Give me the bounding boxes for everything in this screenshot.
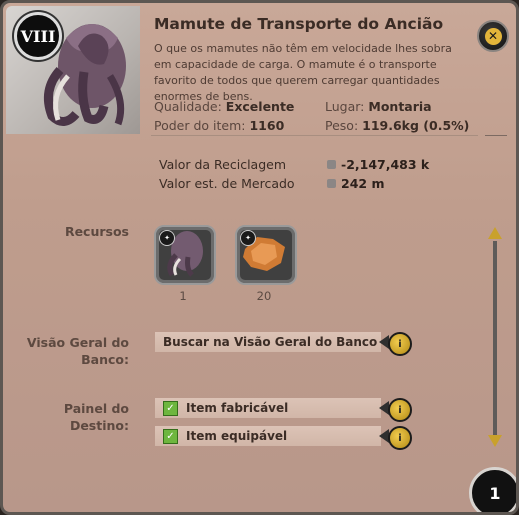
divider	[151, 135, 478, 136]
slot-stat: Lugar: Montaria	[325, 99, 432, 114]
tier-badge: VIII	[14, 12, 62, 60]
tier-mini-badge: ✦	[159, 230, 175, 246]
market-amount: 242 m	[341, 176, 385, 191]
info-icon[interactable]: i	[388, 332, 412, 356]
destiny-label-line1: Painel do	[63, 401, 129, 416]
item-tooltip-panel: VIII Mamute de Transporte do Ancião O qu…	[0, 0, 519, 515]
quality-stat: Qualidade: Excelente	[154, 99, 294, 114]
silver-coin-icon	[327, 160, 336, 169]
item-title: Mamute de Transporte do Ancião	[154, 15, 444, 33]
recycle-value: -2,147,483 k	[327, 157, 429, 172]
item-description: O que os mamutes não têm em velocidade l…	[154, 42, 452, 103]
recycle-amount: -2,147,483 k	[341, 157, 430, 172]
destiny-label: Painel do Destino:	[19, 400, 129, 434]
power-value: 1160	[249, 118, 285, 133]
info-icon[interactable]: i	[388, 426, 412, 450]
search-bank-button[interactable]: Buscar na Visão Geral do Banco	[155, 332, 381, 352]
resource-count-1: 1	[179, 289, 187, 303]
resource-hide[interactable]: ✦	[235, 225, 297, 285]
destiny-item-label: Item fabricável	[186, 401, 289, 415]
power-label: Poder do item:	[154, 118, 246, 133]
destiny-item-craftable[interactable]: ✓ Item fabricável	[155, 398, 381, 418]
recycle-label: Valor da Reciclagem	[159, 157, 287, 172]
bank-label-line1: Visão Geral do	[26, 335, 129, 350]
search-bank-label: Buscar na Visão Geral do Banco	[163, 335, 378, 349]
power-stat: Poder do item: 1160	[154, 118, 284, 133]
checkbox-checked[interactable]: ✓	[163, 428, 178, 444]
weight-label: Peso:	[325, 118, 359, 133]
scroll-divider	[485, 135, 507, 136]
resource-count-2: 20	[256, 289, 272, 303]
bank-label-line2: Banco:	[81, 352, 129, 367]
weight-value: 119.6kg (0.5%)	[362, 118, 470, 133]
resources-label: Recursos	[64, 224, 129, 239]
info-icon[interactable]: i	[388, 398, 412, 422]
close-button[interactable]: ✕	[477, 20, 509, 52]
scrollbar-track[interactable]	[493, 241, 497, 437]
checkbox-checked[interactable]: ✓	[163, 400, 178, 416]
slot-value: Montaria	[368, 99, 432, 114]
destiny-item-equippable[interactable]: ✓ Item equipável	[155, 426, 381, 446]
destiny-item-label: Item equipável	[186, 429, 288, 443]
close-icon: ✕	[484, 27, 502, 45]
tier-mini-badge: ✦	[240, 230, 256, 246]
resource-mammoth[interactable]: ✦	[154, 225, 216, 285]
slot-label: Lugar:	[325, 99, 365, 114]
scroll-down-arrow-icon[interactable]	[488, 435, 502, 447]
page-number-badge: 1	[469, 467, 516, 512]
market-value: 242 m	[327, 176, 384, 191]
destiny-label-line2: Destino:	[69, 418, 129, 433]
bank-label: Visão Geral do Banco:	[19, 334, 129, 368]
scroll-up-arrow-icon[interactable]	[488, 227, 502, 239]
market-label: Valor est. de Mercado	[159, 176, 295, 191]
item-thumbnail: VIII	[6, 6, 140, 134]
quality-label: Qualidade:	[154, 99, 222, 114]
silver-coin-icon	[327, 179, 336, 188]
quality-value: Excelente	[225, 99, 295, 114]
weight-stat: Peso: 119.6kg (0.5%)	[325, 118, 469, 133]
